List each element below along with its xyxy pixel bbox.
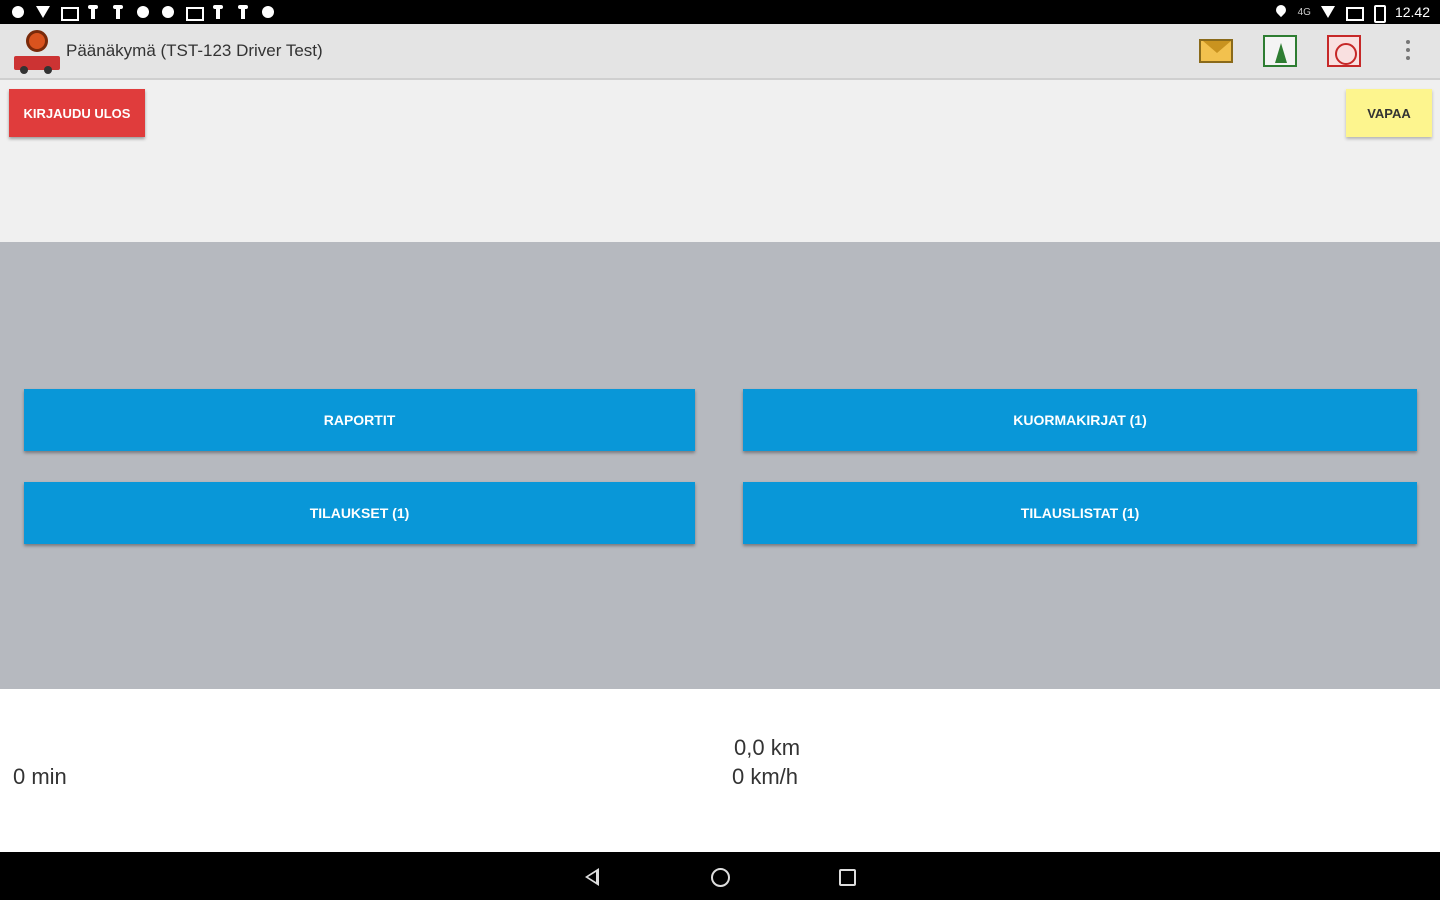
image-icon [185, 4, 204, 21]
location-icon [1273, 4, 1289, 20]
upload-icon [235, 4, 251, 20]
chart-icon [1263, 35, 1297, 67]
sync-icon [135, 4, 151, 20]
upload-icon [110, 4, 126, 20]
reports-button[interactable]: RAPORTIT [24, 389, 695, 451]
system-status: 4G 12.42 [1273, 4, 1430, 23]
notification-icon [10, 4, 26, 20]
route-button[interactable] [1312, 23, 1376, 79]
driver-status-button[interactable]: VAPAA [1346, 89, 1432, 137]
navigation-bar [0, 852, 1440, 900]
orders-button[interactable]: TILAUKSET (1) [24, 482, 695, 544]
app-logo-icon [12, 26, 62, 76]
overflow-menu-button[interactable] [1376, 23, 1440, 79]
mail-icon [1199, 39, 1233, 63]
image-icon [60, 4, 79, 21]
battery-icon [1370, 4, 1386, 23]
back-icon[interactable] [585, 868, 599, 886]
signal-icon [1345, 4, 1364, 21]
action-icons [1184, 23, 1440, 79]
upload-icon [210, 4, 226, 20]
messages-button[interactable] [1184, 23, 1248, 79]
distance: 0,0 km [734, 735, 801, 760]
route-icon [1327, 35, 1361, 67]
page-title: Päänäkymä (TST-123 Driver Test) [66, 41, 323, 60]
more-icon [1405, 40, 1411, 62]
order-lists-button[interactable]: TILAUSLISTAT (1) [743, 482, 1417, 544]
status-time: 12.42 [1394, 4, 1430, 20]
notification-icons [10, 4, 276, 21]
logout-button[interactable]: KIRJAUDU ULOS [9, 89, 145, 137]
upload-icon [85, 4, 101, 20]
recent-apps-icon[interactable] [839, 869, 856, 886]
main-menu-panel: RAPORTIT KUORMAKIRJAT (1) TILAUKSET (1) … [0, 242, 1440, 689]
action-bar: Päänäkymä (TST-123 Driver Test) [0, 24, 1440, 80]
download-icon [35, 4, 51, 20]
network-type: 4G [1297, 6, 1311, 18]
status-bar: 4G 12.42 [0, 0, 1440, 24]
home-icon[interactable] [711, 868, 730, 887]
wifi-icon [1320, 4, 1336, 20]
trip-info-panel: 0 min 0,0 km 0 km/h [0, 689, 1440, 852]
elapsed-time: 0 min [13, 764, 67, 789]
top-panel: KIRJAUDU ULOS VAPAA [0, 82, 1440, 242]
speed: 0 km/h [732, 764, 799, 789]
android-icon [260, 4, 276, 20]
chart-button[interactable] [1248, 23, 1312, 79]
waybills-button[interactable]: KUORMAKIRJAT (1) [743, 389, 1417, 451]
sync-icon [160, 4, 176, 20]
